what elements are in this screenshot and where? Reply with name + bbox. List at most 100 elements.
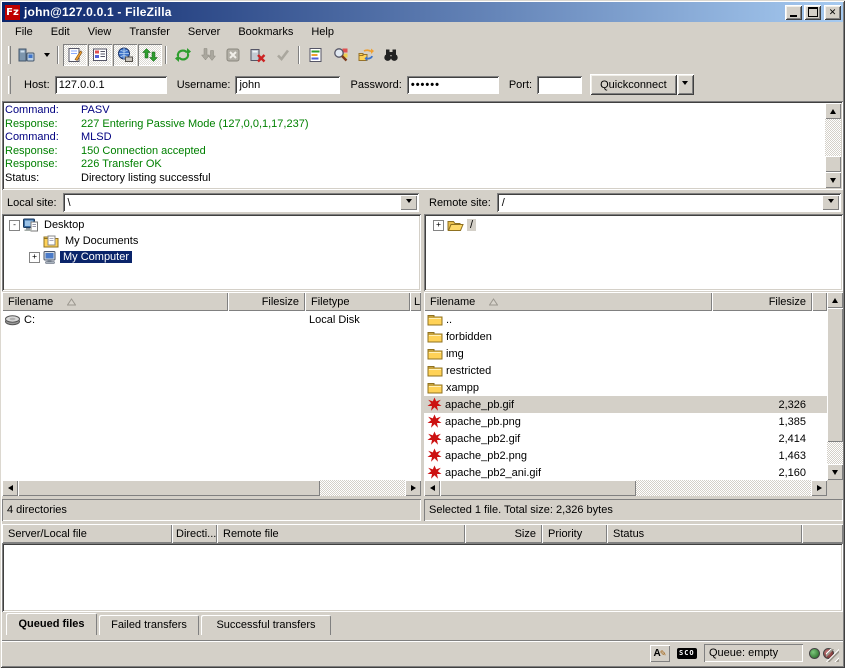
column-remote-file[interactable]: Remote file	[217, 524, 465, 543]
site-manager-dropdown[interactable]	[40, 44, 54, 66]
synchronized-browsing-button[interactable]	[354, 44, 378, 66]
scroll-right-button[interactable]	[811, 480, 827, 496]
scroll-left-button[interactable]	[2, 480, 18, 496]
scroll-up-button[interactable]	[825, 103, 841, 119]
menu-file[interactable]: File	[6, 24, 42, 40]
menu-bar: File Edit View Transfer Server Bookmarks…	[2, 22, 843, 42]
scrollbar-track[interactable]	[636, 480, 811, 496]
scrollbar-track[interactable]	[827, 442, 843, 464]
scrollbar-thumb[interactable]	[18, 480, 320, 496]
scrollbar-corner	[827, 480, 843, 496]
menu-view[interactable]: View	[79, 24, 121, 40]
column-filetype[interactable]: Filetype	[305, 292, 410, 311]
local-site-label: Local site:	[7, 197, 57, 209]
remote-file-row[interactable]: apache_pb2_ani.gif 2,160	[424, 464, 827, 480]
expand-icon[interactable]: +	[29, 252, 40, 263]
menu-help[interactable]: Help	[302, 24, 343, 40]
remote-folder-row[interactable]: forbidden	[424, 328, 827, 345]
maximize-button[interactable]	[804, 5, 821, 20]
column-direction[interactable]: Directi...	[172, 524, 217, 543]
column-priority[interactable]: Priority	[542, 524, 607, 543]
close-button[interactable]: ✕	[824, 5, 841, 20]
find-files-button[interactable]	[379, 44, 403, 66]
directory-listing-filters-button[interactable]	[304, 44, 328, 66]
host-input[interactable]	[55, 76, 167, 94]
remote-folder-row[interactable]: xampp	[424, 379, 827, 396]
minimize-button[interactable]	[785, 5, 802, 20]
quickconnect-dropdown[interactable]	[677, 74, 694, 95]
column-filename[interactable]: Filename	[424, 292, 712, 311]
tree-item-root[interactable]: + /	[424, 217, 843, 233]
toggle-directory-trees-button[interactable]	[113, 44, 137, 66]
scroll-down-button[interactable]	[825, 172, 841, 188]
local-site-combo-dropdown[interactable]	[400, 195, 417, 210]
tree-item-my-computer[interactable]: + My Computer	[2, 249, 421, 265]
column-server-local-file[interactable]: Server/Local file	[2, 524, 172, 543]
scrollbar-thumb[interactable]	[440, 480, 636, 496]
column-status[interactable]: Status	[607, 524, 802, 543]
toggle-message-log-button[interactable]	[63, 44, 87, 66]
resize-grip[interactable]	[826, 649, 839, 662]
column-size[interactable]: Size	[465, 524, 542, 543]
menu-transfer[interactable]: Transfer	[120, 24, 179, 40]
transfer-type-indicator[interactable]: A✎	[650, 645, 670, 662]
site-manager-button[interactable]	[15, 44, 39, 66]
directory-comparison-button[interactable]	[329, 44, 353, 66]
process-queue-button[interactable]	[196, 44, 220, 66]
port-input[interactable]	[537, 76, 582, 94]
remote-file-row[interactable]: apache_pb2.gif 2,414	[424, 430, 827, 447]
scroll-left-button[interactable]	[424, 480, 440, 496]
username-input[interactable]	[235, 76, 340, 94]
remote-site-combo[interactable]: /	[497, 193, 841, 212]
remote-site-value: /	[497, 197, 822, 209]
remote-folder-row[interactable]: restricted	[424, 362, 827, 379]
disconnect-button[interactable]	[246, 44, 270, 66]
transfer-queue-list[interactable]	[2, 543, 843, 612]
scroll-down-button[interactable]	[827, 464, 843, 480]
menu-bookmarks[interactable]: Bookmarks	[229, 24, 302, 40]
remote-site-combo-dropdown[interactable]	[822, 195, 839, 210]
toggle-site-panels-button[interactable]	[88, 44, 112, 66]
local-list-hscrollbar[interactable]	[2, 480, 421, 496]
remote-folder-row[interactable]: img	[424, 345, 827, 362]
log-scrollbar[interactable]	[825, 103, 841, 188]
toggle-transfer-queue-button[interactable]	[138, 44, 162, 66]
tab-failed-transfers[interactable]: Failed transfers	[99, 615, 199, 635]
column-filesize[interactable]: Filesize	[228, 292, 305, 311]
chevron-down-icon	[44, 53, 50, 60]
cancel-operation-button[interactable]	[221, 44, 245, 66]
remote-file-row-selected[interactable]: apache_pb.gif 2,326	[424, 396, 827, 413]
scroll-up-button[interactable]	[827, 292, 843, 308]
log-line: Response:150 Connection accepted	[5, 145, 824, 159]
remote-file-row[interactable]: apache_pb.png 1,385	[424, 413, 827, 430]
reconnect-button[interactable]	[271, 44, 295, 66]
refresh-button[interactable]	[171, 44, 195, 66]
tree-item-my-documents[interactable]: My Documents	[2, 233, 421, 249]
column-last-modified[interactable]: L	[410, 292, 421, 311]
log-line: Response:226 Transfer OK	[5, 158, 824, 172]
remote-list-hscrollbar[interactable]	[424, 480, 827, 496]
password-input[interactable]	[407, 76, 499, 94]
menu-server[interactable]: Server	[179, 24, 229, 40]
tab-successful-transfers[interactable]: Successful transfers	[201, 615, 331, 635]
local-site-combo[interactable]: \	[63, 193, 419, 212]
column-filesize[interactable]: Filesize	[712, 292, 812, 311]
column-filename[interactable]: Filename	[2, 292, 228, 311]
collapse-icon[interactable]: -	[9, 220, 20, 231]
remote-list-scrollbar[interactable]	[827, 292, 843, 480]
tree-item-desktop[interactable]: - Desktop	[2, 217, 421, 233]
remote-file-row[interactable]: apache_pb2.png 1,463	[424, 447, 827, 464]
scrollbar-track[interactable]	[320, 480, 405, 496]
menu-edit[interactable]: Edit	[42, 24, 79, 40]
computer-icon	[43, 250, 57, 264]
expand-icon[interactable]: +	[433, 220, 444, 231]
title-bar[interactable]: Fz john@127.0.0.1 - FileZilla ✕	[2, 2, 843, 22]
tab-queued-files[interactable]: Queued files	[6, 613, 97, 635]
scrollbar-thumb[interactable]	[825, 156, 841, 172]
local-file-row[interactable]: C: Local Disk	[2, 311, 421, 328]
scroll-right-button[interactable]	[405, 480, 421, 496]
scrollbar-thumb[interactable]	[827, 308, 843, 442]
quickconnect-button[interactable]: Quickconnect	[590, 74, 677, 95]
scrollbar-track[interactable]	[825, 119, 841, 156]
remote-folder-row[interactable]: ..	[424, 311, 827, 328]
